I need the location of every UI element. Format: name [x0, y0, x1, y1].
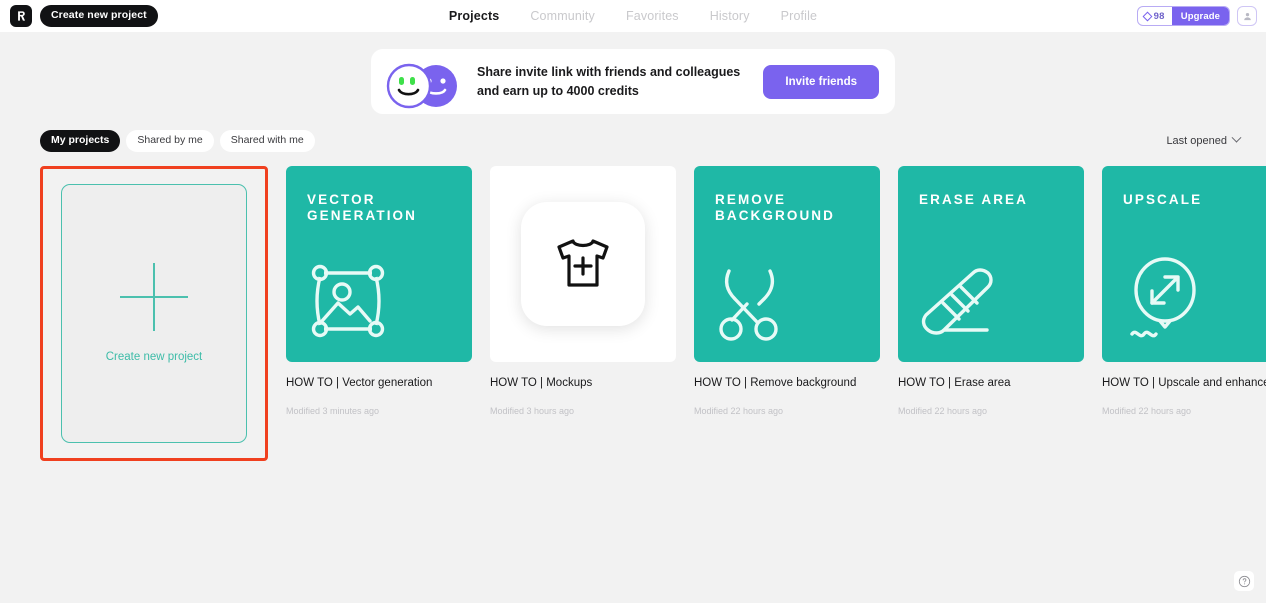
project-card[interactable]: HOW TO | Mockups Modified 3 hours ago	[490, 165, 676, 417]
create-new-project-highlight: Create new project	[40, 165, 268, 461]
project-card-thumbnail[interactable]: UPSCALE	[1102, 165, 1266, 362]
tshirt-plus-icon	[557, 238, 609, 287]
project-card-modified: Modified 22 hours ago	[898, 406, 988, 417]
balloon-resize-icon	[1130, 256, 1196, 337]
project-card[interactable]: ERASE AREA HOW TO | Erase area Modified …	[898, 165, 1084, 417]
invite-banner: Share invite link with friends and colle…	[371, 49, 895, 114]
user-avatar-button[interactable]	[1237, 6, 1257, 26]
project-card-thumbnail[interactable]	[490, 165, 676, 362]
project-card-thumb-title: REMOVE BACKGROUND	[715, 191, 835, 224]
project-card-thumbnail[interactable]: ERASE AREA	[898, 165, 1084, 362]
mockup-preview-tile	[521, 201, 645, 326]
create-new-project-button[interactable]: Create new project	[40, 5, 158, 27]
filter-chip-my-projects[interactable]: My projects	[40, 130, 121, 152]
filter-chip-shared-with-me[interactable]: Shared with me	[219, 130, 315, 152]
topbar-left-group: Create new project	[0, 5, 158, 27]
project-card-title: HOW TO | Erase area	[898, 376, 1011, 389]
topbar-right-group: 98 Upgrade	[1136, 6, 1257, 26]
project-card-modified: Modified 3 minutes ago	[286, 406, 380, 417]
project-card-modified: Modified 22 hours ago	[1102, 406, 1192, 417]
project-card[interactable]: UPSCALE HOW TO | Upscale and enhance Mod…	[1102, 165, 1266, 417]
plus-icon	[120, 263, 188, 331]
create-new-project-card[interactable]: Create new project	[61, 183, 247, 443]
project-card-title: HOW TO | Remove background	[694, 376, 857, 389]
project-card-title: HOW TO | Mockups	[490, 376, 593, 389]
invite-friends-button[interactable]: Invite friends	[763, 64, 879, 99]
app-logo-icon[interactable]	[10, 5, 32, 27]
credits-balance[interactable]: 98	[1138, 7, 1172, 25]
project-filter-chips: My projects Shared by me Shared with me	[40, 130, 315, 152]
nav-item-history[interactable]: History	[710, 9, 750, 23]
filter-chip-shared-by-me[interactable]: Shared by me	[126, 130, 214, 152]
help-button[interactable]	[1234, 571, 1254, 591]
nav-item-favorites[interactable]: Favorites	[626, 9, 679, 23]
filter-row: My projects Shared by me Shared with me …	[0, 114, 1266, 152]
project-card-thumb-title: VECTOR GENERATION	[307, 191, 418, 224]
nav-item-community[interactable]: Community	[530, 9, 595, 23]
vector-image-nodes-icon	[311, 264, 385, 337]
question-mark-icon	[1238, 575, 1250, 587]
project-card-modified: Modified 3 hours ago	[490, 406, 575, 417]
diamond-icon	[1142, 11, 1153, 21]
credits-count-value: 98	[1153, 10, 1165, 22]
project-card[interactable]: REMOVE BACKGROUND HOW TO | Remove backgr…	[694, 165, 880, 417]
chevron-down-icon	[1231, 132, 1242, 143]
project-card-thumb-title: ERASE AREA	[919, 191, 1029, 207]
nav-item-projects[interactable]: Projects	[449, 9, 500, 23]
user-avatar-icon	[1243, 12, 1251, 20]
sort-dropdown-label: Last opened	[1166, 134, 1227, 147]
project-card-title: HOW TO | Vector generation	[286, 376, 433, 389]
projects-grid: Create new project VECTOR GENERATION HOW…	[0, 152, 1266, 461]
two-smiley-faces-icon	[385, 58, 463, 108]
project-card-title: HOW TO | Upscale and enhance	[1102, 376, 1266, 389]
credits-upgrade-pill: 98 Upgrade	[1136, 6, 1230, 26]
create-new-project-card-label: Create new project	[105, 351, 203, 363]
invite-banner-region: Share invite link with friends and colle…	[0, 32, 1266, 114]
top-bar: Create new project Projects Community Fa…	[0, 0, 1266, 32]
nav-item-profile[interactable]: Profile	[781, 9, 817, 23]
upgrade-button[interactable]: Upgrade	[1171, 7, 1229, 25]
project-card-thumbnail[interactable]: VECTOR GENERATION	[286, 165, 472, 362]
project-card-thumb-title: UPSCALE	[1123, 191, 1203, 207]
main-navigation: Projects Community Favorites History Pro…	[0, 9, 1266, 23]
project-card[interactable]: VECTOR GENERATION HOW TO | Vector genera…	[286, 165, 472, 417]
project-card-modified: Modified 22 hours ago	[694, 406, 784, 417]
eraser-icon	[921, 267, 993, 335]
invite-banner-text: Share invite link with friends and colle…	[477, 65, 741, 98]
project-card-thumbnail[interactable]: REMOVE BACKGROUND	[694, 165, 880, 362]
sort-dropdown[interactable]: Last opened	[1166, 132, 1244, 147]
scissors-icon	[719, 268, 778, 341]
